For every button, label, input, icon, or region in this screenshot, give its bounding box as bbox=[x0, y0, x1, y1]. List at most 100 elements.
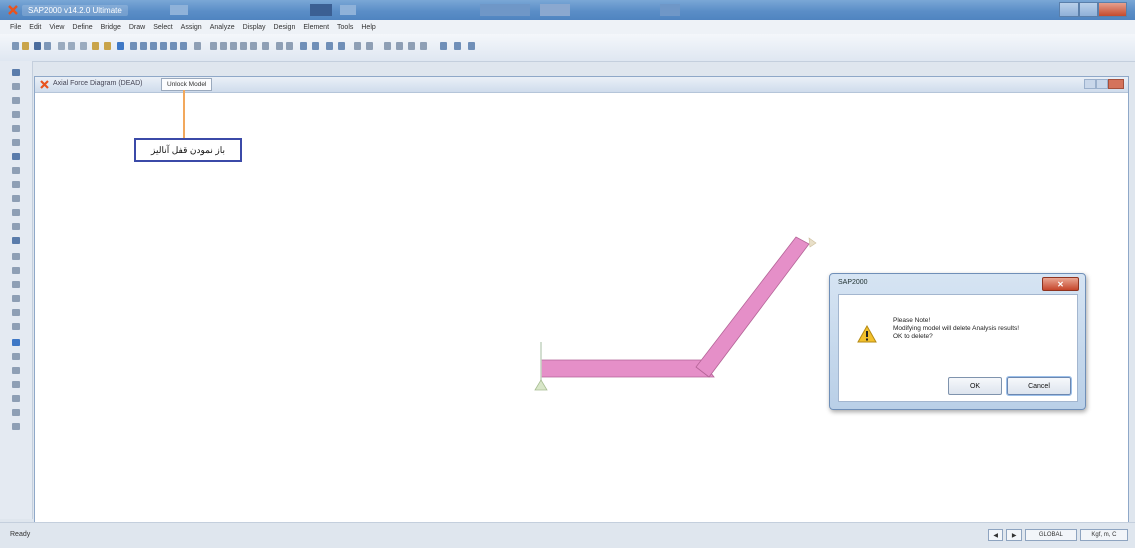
draw-reference-point-icon[interactable] bbox=[12, 281, 20, 288]
warning-dialog: SAP2000 ✕ Please Note! Modifying model w… bbox=[829, 273, 1086, 410]
intersecting-line-select-icon[interactable] bbox=[12, 339, 20, 346]
edit-icon[interactable] bbox=[92, 42, 99, 50]
menu-design[interactable]: Design bbox=[274, 24, 296, 31]
draw-solid-icon[interactable] bbox=[12, 223, 20, 230]
open-icon[interactable] bbox=[22, 42, 29, 50]
snap-ends-icon[interactable] bbox=[12, 367, 20, 374]
prev-arrow-icon[interactable]: ◀ bbox=[988, 529, 1004, 541]
design-icon[interactable] bbox=[384, 42, 391, 50]
print-icon[interactable] bbox=[44, 42, 51, 50]
steel-design-icon[interactable] bbox=[396, 42, 403, 50]
document-title-bar: Axial Force Diagram (DEAD) Unlock Model bbox=[35, 77, 1128, 93]
draw-frame-icon[interactable] bbox=[12, 111, 20, 118]
zoom-window-icon[interactable] bbox=[150, 42, 157, 50]
snap-icon[interactable] bbox=[468, 42, 475, 50]
run-analysis-icon[interactable] bbox=[117, 42, 124, 50]
perspective-icon[interactable] bbox=[262, 42, 269, 50]
quick-draw-brace-icon[interactable] bbox=[12, 139, 20, 146]
draw-rect-area-icon[interactable] bbox=[12, 195, 20, 202]
menu-view[interactable]: View bbox=[49, 24, 64, 31]
draw-tendon-icon[interactable] bbox=[12, 253, 20, 260]
dialog-close-button[interactable]: ✕ bbox=[1042, 277, 1079, 291]
unlock-model-button[interactable]: Unlock Model bbox=[161, 78, 213, 91]
menu-assign[interactable]: Assign bbox=[181, 24, 202, 31]
view-xz-icon[interactable] bbox=[220, 42, 227, 50]
menu-tools[interactable]: Tools bbox=[337, 24, 353, 31]
reshape-icon[interactable] bbox=[12, 83, 20, 90]
menu-help[interactable]: Help bbox=[361, 24, 375, 31]
snap-fine-grid-icon[interactable] bbox=[12, 423, 20, 430]
rotate-icon[interactable] bbox=[250, 42, 257, 50]
doc-close-button[interactable] bbox=[1108, 79, 1124, 89]
menu-bridge[interactable]: Bridge bbox=[101, 24, 121, 31]
select-all-icon[interactable] bbox=[12, 295, 20, 302]
snap-perpendicular-icon[interactable] bbox=[12, 395, 20, 402]
pan-icon[interactable] bbox=[170, 42, 177, 50]
quick-draw-frame-icon[interactable] bbox=[12, 125, 20, 132]
view-xy-icon[interactable] bbox=[210, 42, 217, 50]
horizontal-frame-member[interactable] bbox=[540, 359, 715, 378]
material-icon[interactable] bbox=[366, 42, 373, 50]
display-table-icon[interactable] bbox=[338, 42, 345, 50]
zoom-full-icon[interactable] bbox=[160, 42, 167, 50]
show-undeformed-icon[interactable] bbox=[300, 42, 307, 50]
concrete-design-icon[interactable] bbox=[408, 42, 415, 50]
zoom-in-icon[interactable] bbox=[130, 42, 137, 50]
clear-selection-icon[interactable] bbox=[12, 323, 20, 330]
close-button[interactable] bbox=[1098, 2, 1128, 17]
dimension-icon[interactable] bbox=[440, 42, 447, 50]
menu-element[interactable]: Element bbox=[303, 24, 329, 31]
grid-icon[interactable] bbox=[454, 42, 461, 50]
undo-icon[interactable] bbox=[58, 42, 65, 50]
draw-section-cut-icon[interactable] bbox=[12, 237, 20, 244]
menu-define[interactable]: Define bbox=[72, 24, 92, 31]
maximize-button[interactable] bbox=[1078, 2, 1099, 17]
section-designer-icon[interactable] bbox=[354, 42, 361, 50]
graph-icon[interactable] bbox=[420, 42, 427, 50]
sap2000-app-icon[interactable] bbox=[8, 5, 18, 15]
zoom-out-icon[interactable] bbox=[140, 42, 147, 50]
snap-intersections-icon[interactable] bbox=[12, 381, 20, 388]
view-3d-icon[interactable] bbox=[194, 42, 201, 50]
draw-poly-area-icon[interactable] bbox=[12, 181, 20, 188]
lock-icon[interactable] bbox=[104, 42, 111, 50]
menu-draw[interactable]: Draw bbox=[129, 24, 145, 31]
show-forces-icon[interactable] bbox=[326, 42, 333, 50]
ok-button[interactable]: OK bbox=[948, 377, 1002, 395]
menu-analyze[interactable]: Analyze bbox=[210, 24, 235, 31]
pointer-icon[interactable] bbox=[12, 69, 20, 76]
redo-icon[interactable] bbox=[68, 42, 75, 50]
inclined-frame-member[interactable] bbox=[695, 236, 810, 378]
snap-lines-icon[interactable] bbox=[12, 409, 20, 416]
cancel-button[interactable]: Cancel bbox=[1006, 376, 1072, 396]
up-one-icon[interactable] bbox=[276, 42, 283, 50]
status-controls: ◀ ▶ GLOBAL Kgf, m, C bbox=[988, 529, 1128, 541]
menu-edit[interactable]: Edit bbox=[29, 24, 41, 31]
menu-display[interactable]: Display bbox=[243, 24, 266, 31]
show-deformed-icon[interactable] bbox=[312, 42, 319, 50]
annotation-callout: باز نمودن قفل آنالیز bbox=[134, 138, 242, 162]
units-dropdown[interactable]: Kgf, m, C bbox=[1079, 529, 1128, 541]
save-icon[interactable] bbox=[34, 42, 41, 50]
menu-file[interactable]: File bbox=[10, 24, 21, 31]
draw-special-joint-icon[interactable] bbox=[12, 97, 20, 104]
refresh-icon[interactable] bbox=[80, 42, 87, 50]
new-model-icon[interactable] bbox=[12, 42, 19, 50]
doc-restore-button[interactable] bbox=[1096, 79, 1108, 89]
get-previous-selection-icon[interactable] bbox=[12, 309, 20, 316]
snap-points-icon[interactable] bbox=[12, 353, 20, 360]
zoom-previous-icon[interactable] bbox=[180, 42, 187, 50]
view-yz-icon[interactable] bbox=[230, 42, 237, 50]
coord-system-dropdown[interactable]: GLOBAL bbox=[1024, 529, 1077, 541]
down-one-icon[interactable] bbox=[286, 42, 293, 50]
draw-link-icon[interactable] bbox=[12, 153, 20, 160]
minimize-button[interactable] bbox=[1059, 2, 1079, 17]
doc-minimize-button[interactable] bbox=[1084, 79, 1096, 89]
draw-developed-elevation-icon[interactable] bbox=[12, 267, 20, 274]
menu-select[interactable]: Select bbox=[153, 24, 172, 31]
quick-draw-area-icon[interactable] bbox=[12, 209, 20, 216]
next-arrow-icon[interactable]: ▶ bbox=[1006, 529, 1022, 541]
callout-pointer-line bbox=[183, 90, 185, 138]
view-nv-icon[interactable] bbox=[240, 42, 247, 50]
draw-cable-icon[interactable] bbox=[12, 167, 20, 174]
